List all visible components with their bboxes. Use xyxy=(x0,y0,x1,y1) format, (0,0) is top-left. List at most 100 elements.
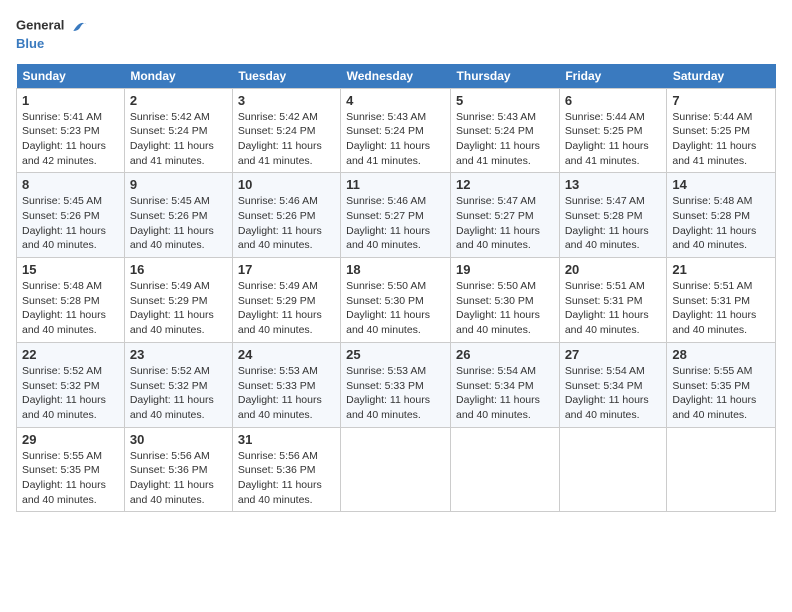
day-number: 31 xyxy=(238,432,335,447)
col-sunday: Sunday xyxy=(17,64,125,89)
day-info: Sunrise: 5:43 AM Sunset: 5:24 PM Dayligh… xyxy=(346,110,445,169)
day-info: Sunrise: 5:43 AM Sunset: 5:24 PM Dayligh… xyxy=(456,110,554,169)
day-info: Sunrise: 5:45 AM Sunset: 5:26 PM Dayligh… xyxy=(130,194,227,253)
day-number: 18 xyxy=(346,262,445,277)
col-friday: Friday xyxy=(559,64,667,89)
day-cell-16: 16 Sunrise: 5:49 AM Sunset: 5:29 PM Dayl… xyxy=(124,258,232,343)
day-cell-12: 12 Sunrise: 5:47 AM Sunset: 5:27 PM Dayl… xyxy=(451,173,560,258)
col-monday: Monday xyxy=(124,64,232,89)
day-number: 24 xyxy=(238,347,335,362)
day-number: 4 xyxy=(346,93,445,108)
day-cell-27: 27 Sunrise: 5:54 AM Sunset: 5:34 PM Dayl… xyxy=(559,342,667,427)
day-cell-17: 17 Sunrise: 5:49 AM Sunset: 5:29 PM Dayl… xyxy=(232,258,340,343)
day-cell-25: 25 Sunrise: 5:53 AM Sunset: 5:33 PM Dayl… xyxy=(341,342,451,427)
day-number: 29 xyxy=(22,432,119,447)
day-cell-26: 26 Sunrise: 5:54 AM Sunset: 5:34 PM Dayl… xyxy=(451,342,560,427)
day-number: 17 xyxy=(238,262,335,277)
day-cell-1: 1 Sunrise: 5:41 AM Sunset: 5:23 PM Dayli… xyxy=(17,88,125,173)
day-info: Sunrise: 5:56 AM Sunset: 5:36 PM Dayligh… xyxy=(130,449,227,508)
empty-cell xyxy=(451,427,560,512)
day-number: 3 xyxy=(238,93,335,108)
empty-cell xyxy=(341,427,451,512)
day-info: Sunrise: 5:49 AM Sunset: 5:29 PM Dayligh… xyxy=(130,279,227,338)
day-info: Sunrise: 5:50 AM Sunset: 5:30 PM Dayligh… xyxy=(346,279,445,338)
day-number: 22 xyxy=(22,347,119,362)
day-info: Sunrise: 5:52 AM Sunset: 5:32 PM Dayligh… xyxy=(130,364,227,423)
day-number: 11 xyxy=(346,177,445,192)
day-number: 13 xyxy=(565,177,662,192)
day-cell-18: 18 Sunrise: 5:50 AM Sunset: 5:30 PM Dayl… xyxy=(341,258,451,343)
day-info: Sunrise: 5:42 AM Sunset: 5:24 PM Dayligh… xyxy=(130,110,227,169)
day-number: 16 xyxy=(130,262,227,277)
day-info: Sunrise: 5:44 AM Sunset: 5:25 PM Dayligh… xyxy=(672,110,770,169)
day-cell-20: 20 Sunrise: 5:51 AM Sunset: 5:31 PM Dayl… xyxy=(559,258,667,343)
day-number: 15 xyxy=(22,262,119,277)
empty-cell xyxy=(559,427,667,512)
day-cell-5: 5 Sunrise: 5:43 AM Sunset: 5:24 PM Dayli… xyxy=(451,88,560,173)
day-cell-19: 19 Sunrise: 5:50 AM Sunset: 5:30 PM Dayl… xyxy=(451,258,560,343)
day-cell-15: 15 Sunrise: 5:48 AM Sunset: 5:28 PM Dayl… xyxy=(17,258,125,343)
day-info: Sunrise: 5:47 AM Sunset: 5:27 PM Dayligh… xyxy=(456,194,554,253)
day-number: 25 xyxy=(346,347,445,362)
day-cell-22: 22 Sunrise: 5:52 AM Sunset: 5:32 PM Dayl… xyxy=(17,342,125,427)
day-number: 21 xyxy=(672,262,770,277)
day-info: Sunrise: 5:46 AM Sunset: 5:27 PM Dayligh… xyxy=(346,194,445,253)
day-info: Sunrise: 5:53 AM Sunset: 5:33 PM Dayligh… xyxy=(238,364,335,423)
day-cell-14: 14 Sunrise: 5:48 AM Sunset: 5:28 PM Dayl… xyxy=(667,173,776,258)
day-number: 19 xyxy=(456,262,554,277)
logo-general: General xyxy=(16,17,64,32)
day-cell-2: 2 Sunrise: 5:42 AM Sunset: 5:24 PM Dayli… xyxy=(124,88,232,173)
col-saturday: Saturday xyxy=(667,64,776,89)
day-info: Sunrise: 5:53 AM Sunset: 5:33 PM Dayligh… xyxy=(346,364,445,423)
day-number: 5 xyxy=(456,93,554,108)
day-info: Sunrise: 5:49 AM Sunset: 5:29 PM Dayligh… xyxy=(238,279,335,338)
day-cell-10: 10 Sunrise: 5:46 AM Sunset: 5:26 PM Dayl… xyxy=(232,173,340,258)
day-number: 2 xyxy=(130,93,227,108)
day-cell-3: 3 Sunrise: 5:42 AM Sunset: 5:24 PM Dayli… xyxy=(232,88,340,173)
day-info: Sunrise: 5:46 AM Sunset: 5:26 PM Dayligh… xyxy=(238,194,335,253)
day-cell-28: 28 Sunrise: 5:55 AM Sunset: 5:35 PM Dayl… xyxy=(667,342,776,427)
day-cell-9: 9 Sunrise: 5:45 AM Sunset: 5:26 PM Dayli… xyxy=(124,173,232,258)
day-number: 30 xyxy=(130,432,227,447)
day-cell-31: 31 Sunrise: 5:56 AM Sunset: 5:36 PM Dayl… xyxy=(232,427,340,512)
logo: General Blue xyxy=(16,16,90,52)
day-number: 6 xyxy=(565,93,662,108)
day-cell-4: 4 Sunrise: 5:43 AM Sunset: 5:24 PM Dayli… xyxy=(341,88,451,173)
day-info: Sunrise: 5:55 AM Sunset: 5:35 PM Dayligh… xyxy=(22,449,119,508)
day-number: 1 xyxy=(22,93,119,108)
col-thursday: Thursday xyxy=(451,64,560,89)
day-info: Sunrise: 5:52 AM Sunset: 5:32 PM Dayligh… xyxy=(22,364,119,423)
day-number: 7 xyxy=(672,93,770,108)
logo-blue: Blue xyxy=(16,36,90,52)
day-cell-13: 13 Sunrise: 5:47 AM Sunset: 5:28 PM Dayl… xyxy=(559,173,667,258)
day-cell-21: 21 Sunrise: 5:51 AM Sunset: 5:31 PM Dayl… xyxy=(667,258,776,343)
calendar-table: SundayMondayTuesdayWednesdayThursdayFrid… xyxy=(16,64,776,513)
day-info: Sunrise: 5:42 AM Sunset: 5:24 PM Dayligh… xyxy=(238,110,335,169)
day-info: Sunrise: 5:45 AM Sunset: 5:26 PM Dayligh… xyxy=(22,194,119,253)
day-number: 28 xyxy=(672,347,770,362)
day-info: Sunrise: 5:51 AM Sunset: 5:31 PM Dayligh… xyxy=(672,279,770,338)
day-number: 8 xyxy=(22,177,119,192)
day-number: 10 xyxy=(238,177,335,192)
day-cell-6: 6 Sunrise: 5:44 AM Sunset: 5:25 PM Dayli… xyxy=(559,88,667,173)
day-number: 26 xyxy=(456,347,554,362)
day-info: Sunrise: 5:50 AM Sunset: 5:30 PM Dayligh… xyxy=(456,279,554,338)
day-number: 9 xyxy=(130,177,227,192)
day-cell-24: 24 Sunrise: 5:53 AM Sunset: 5:33 PM Dayl… xyxy=(232,342,340,427)
day-cell-23: 23 Sunrise: 5:52 AM Sunset: 5:32 PM Dayl… xyxy=(124,342,232,427)
day-cell-11: 11 Sunrise: 5:46 AM Sunset: 5:27 PM Dayl… xyxy=(341,173,451,258)
day-number: 27 xyxy=(565,347,662,362)
day-info: Sunrise: 5:48 AM Sunset: 5:28 PM Dayligh… xyxy=(672,194,770,253)
day-cell-30: 30 Sunrise: 5:56 AM Sunset: 5:36 PM Dayl… xyxy=(124,427,232,512)
day-number: 23 xyxy=(130,347,227,362)
empty-cell xyxy=(667,427,776,512)
day-info: Sunrise: 5:48 AM Sunset: 5:28 PM Dayligh… xyxy=(22,279,119,338)
day-cell-8: 8 Sunrise: 5:45 AM Sunset: 5:26 PM Dayli… xyxy=(17,173,125,258)
day-info: Sunrise: 5:55 AM Sunset: 5:35 PM Dayligh… xyxy=(672,364,770,423)
col-tuesday: Tuesday xyxy=(232,64,340,89)
day-number: 14 xyxy=(672,177,770,192)
day-info: Sunrise: 5:51 AM Sunset: 5:31 PM Dayligh… xyxy=(565,279,662,338)
day-cell-29: 29 Sunrise: 5:55 AM Sunset: 5:35 PM Dayl… xyxy=(17,427,125,512)
day-info: Sunrise: 5:56 AM Sunset: 5:36 PM Dayligh… xyxy=(238,449,335,508)
day-info: Sunrise: 5:54 AM Sunset: 5:34 PM Dayligh… xyxy=(456,364,554,423)
